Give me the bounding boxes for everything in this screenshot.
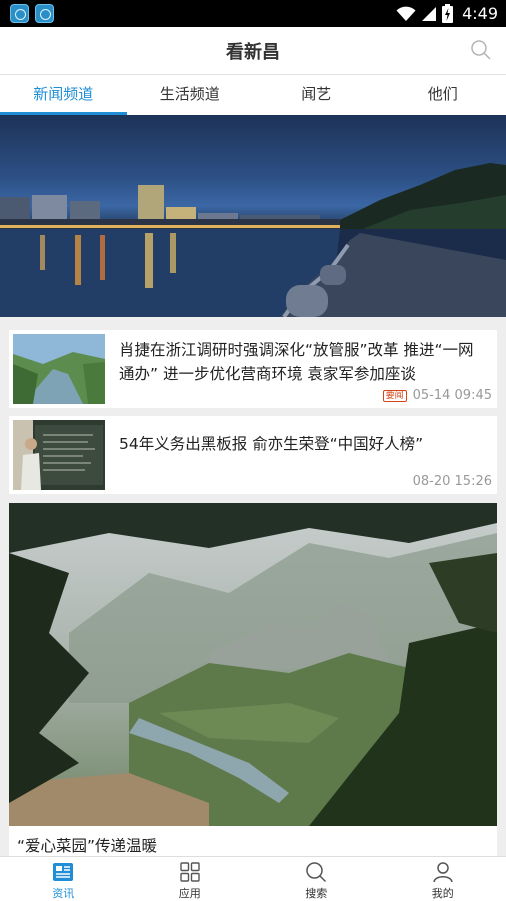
news-headline: 54年义务出黑板报 俞亦生荣登“中国好人榜” <box>119 435 424 453</box>
tab-people[interactable]: 他们 <box>380 75 506 115</box>
feature-image <box>9 503 497 826</box>
battery-icon <box>442 4 454 23</box>
app-header: 看新昌 <box>0 27 506 75</box>
news-card[interactable]: 54年义务出黑板报 俞亦生荣登“中国好人榜” 08-20 15:26 <box>9 416 497 494</box>
tab-news[interactable]: 新闻频道 <box>0 75 127 115</box>
news-headline: 肖捷在浙江调研时强调深化“放管服”改革 推进“一网通办” 进一步优化营商环境 袁… <box>119 341 474 383</box>
nav-profile[interactable]: 我的 <box>380 857 506 901</box>
nav-label: 我的 <box>431 887 454 900</box>
apps-grid-icon <box>180 862 200 882</box>
app-notification-icon <box>35 4 54 23</box>
news-time: 08-20 15:26 <box>412 474 492 489</box>
search-icon <box>306 862 327 883</box>
feature-caption: “爱心菜园”传递温暖 <box>17 837 158 855</box>
tab-arts[interactable]: 闻艺 <box>253 75 380 115</box>
nav-label: 搜索 <box>305 887 328 900</box>
user-icon <box>433 862 453 883</box>
nav-news[interactable]: 资讯 <box>0 857 127 901</box>
status-bar: 4:49 <box>0 0 506 27</box>
nav-apps[interactable]: 应用 <box>127 857 254 901</box>
news-meta: 08-20 15:26 <box>413 474 492 489</box>
news-thumbnail <box>13 420 105 490</box>
app-notification-icon <box>10 4 29 23</box>
hero-image <box>0 163 506 317</box>
news-icon <box>53 863 74 881</box>
news-meta: 要闻 05-14 09:45 <box>382 388 492 403</box>
search-icon[interactable] <box>470 39 492 61</box>
nav-label: 应用 <box>178 887 201 900</box>
category-tag: 要闻 <box>382 389 407 402</box>
nav-search[interactable]: 搜索 <box>253 857 380 901</box>
bottom-nav: 资讯 应用 搜索 我的 <box>0 856 506 901</box>
tab-life[interactable]: 生活频道 <box>127 75 254 115</box>
news-time: 05-14 09:45 <box>412 388 492 403</box>
news-card[interactable]: 肖捷在浙江调研时强调深化“放管服”改革 推进“一网通办” 进一步优化营商环境 袁… <box>9 330 497 408</box>
app-title: 看新昌 <box>226 42 280 63</box>
hero-banner[interactable] <box>0 115 506 317</box>
signal-icon <box>422 6 437 21</box>
clock: 4:49 <box>462 4 498 23</box>
news-thumbnail <box>13 334 105 404</box>
feature-card[interactable]: “爱心菜园”传递温暖 <box>9 503 497 858</box>
wifi-icon <box>396 6 416 21</box>
channel-tabs: 新闻频道 生活频道 闻艺 他们 <box>0 75 506 115</box>
nav-label: 资讯 <box>52 887 75 900</box>
app-screen: 4:49 看新昌 新闻频道 生活频道 闻艺 他们 肖捷在浙江调研时强调深化“放管… <box>0 0 506 901</box>
